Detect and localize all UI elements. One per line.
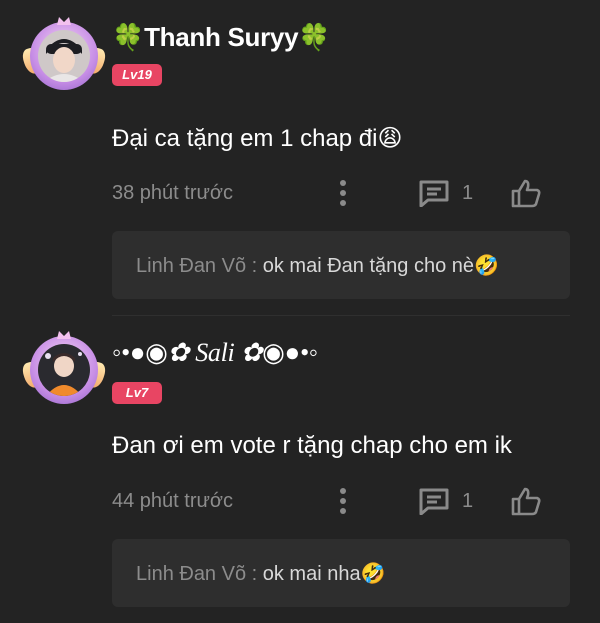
comment-item: 🍀Thanh Suryy🍀 Lv19 Đại ca tặng em 1 chap… [0,0,600,310]
reply-count: 1 [462,489,474,512]
reply-author[interactable]: Linh Đan Võ [136,563,246,585]
reply-text: ok mai Đan tặng cho nè🤣 [262,255,499,277]
reply-count: 1 [462,181,474,204]
comment-icon [419,180,449,207]
thumbs-up-icon[interactable] [510,486,542,516]
comment-list: 🍀Thanh Suryy🍀 Lv19 Đại ca tặng em 1 chap… [0,0,600,623]
reply-separator: : [246,255,263,277]
reply-button[interactable]: 1 [418,178,473,208]
username[interactable]: ◦•●◉✿ Sali ✿◉●•◦ [112,338,318,368]
timestamp: 38 phút trước [112,182,234,204]
reply-preview[interactable]: Linh Đan Võ : ok mai Đan tặng cho nè🤣 [112,231,570,299]
reply-preview[interactable]: Linh Đan Võ : ok mai nha🤣 [112,539,570,607]
comment-text: Đại ca tặng em 1 chap đi😩 [112,125,403,152]
reply-separator: : [246,563,263,585]
reply-text: ok mai nha🤣 [262,563,386,585]
reply-button[interactable]: 1 [418,486,473,516]
comment-icon [419,488,449,515]
avatar-image [38,344,90,396]
divider [112,315,570,316]
comment-actions: 44 phút trước 1 [112,486,552,516]
comment-text: Đan ơi em vote r tặng chap cho em ik [112,432,512,459]
avatar-image [38,30,90,82]
avatar[interactable] [20,17,108,94]
crown-icon [57,17,71,25]
comment-actions: 38 phút trước 1 [112,178,552,208]
timestamp: 44 phút trước [112,490,234,512]
username[interactable]: 🍀Thanh Suryy🍀 [112,22,331,53]
more-vertical-icon[interactable] [340,488,346,516]
level-badge: Lv7 [112,382,162,404]
crown-icon [57,331,71,339]
comment-item: ◦•●◉✿ Sali ✿◉●•◦ Lv7 Đan ơi em vote r tặ… [0,318,600,623]
level-badge: Lv19 [112,64,162,86]
more-vertical-icon[interactable] [340,180,346,208]
thumbs-up-icon[interactable] [510,178,542,208]
reply-author[interactable]: Linh Đan Võ [136,255,246,277]
avatar[interactable] [20,331,108,408]
